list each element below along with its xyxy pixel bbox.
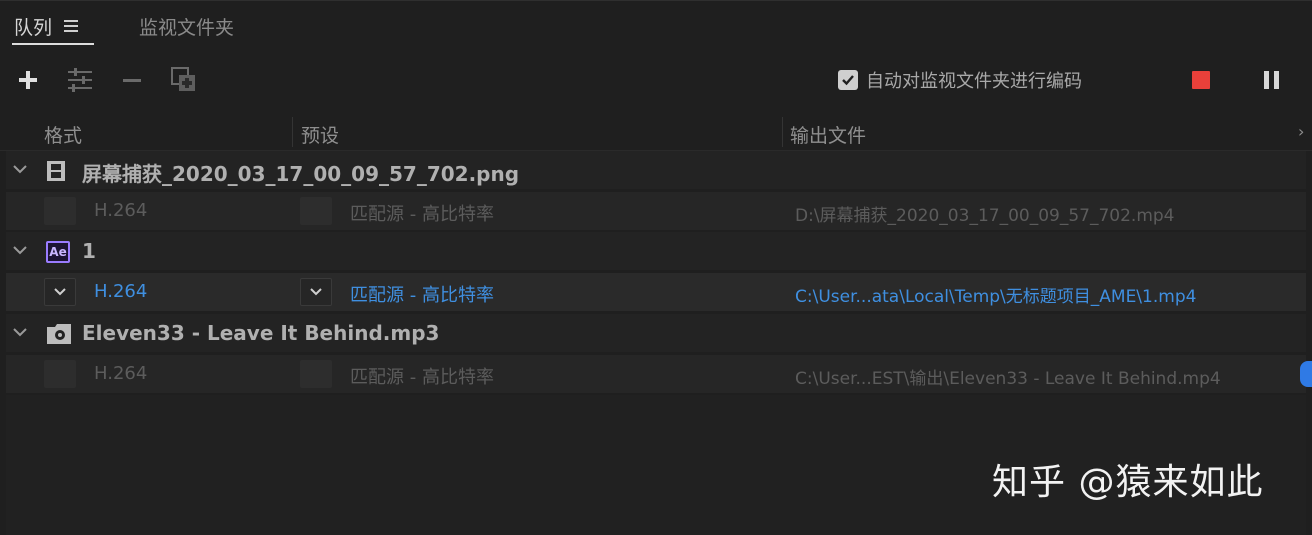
output-row[interactable]: H.264 匹配源 - 高比特率 C:\User...ata\Local\Tem…: [6, 273, 1306, 311]
checkmark-icon: [842, 75, 854, 86]
audio-file-icon: [47, 324, 71, 344]
panel-menu-icon[interactable]: [64, 19, 80, 33]
tab-watch-folders[interactable]: 监视文件夹: [139, 11, 234, 41]
output-file-path[interactable]: C:\User...ata\Local\Temp\无标题项目_AME\1.mp4: [795, 282, 1196, 307]
output-row[interactable]: H.264 匹配源 - 高比特率 C:\User...EST\输出\Eleven…: [6, 355, 1312, 393]
output-file-path[interactable]: D:\屏幕捕获_2020_03_17_00_09_57_702.mp4: [795, 201, 1175, 226]
column-preset[interactable]: 预设: [301, 121, 339, 148]
preset-value[interactable]: 匹配源 - 高比特率: [350, 200, 494, 226]
remove-button[interactable]: [117, 65, 147, 95]
preset-value[interactable]: 匹配源 - 高比特率: [350, 363, 494, 389]
plus-icon: [19, 71, 37, 89]
sliders-icon: [68, 68, 92, 92]
preset-dropdown[interactable]: [300, 278, 332, 306]
minus-icon: [123, 79, 141, 82]
format-value[interactable]: H.264: [94, 281, 147, 302]
preset-dropdown[interactable]: [300, 197, 332, 225]
tab-watch-folders-label: 监视文件夹: [139, 16, 235, 39]
column-divider[interactable]: [292, 117, 293, 147]
preset-dropdown[interactable]: [300, 360, 332, 388]
active-tab-indicator: [12, 43, 95, 45]
preset-value[interactable]: 匹配源 - 高比特率: [350, 281, 494, 307]
chevron-down-icon: [310, 288, 322, 296]
column-format[interactable]: 格式: [44, 121, 82, 148]
preset-settings-button[interactable]: [65, 65, 95, 95]
tab-queue[interactable]: 队列: [12, 11, 95, 45]
chevron-down-icon: [54, 288, 66, 296]
auto-encode-checkbox[interactable]: [838, 70, 858, 90]
duplicate-button[interactable]: [169, 65, 199, 95]
queue-toolbar: 自动对监视文件夹进行编码: [0, 57, 1312, 103]
column-output-file[interactable]: 输出文件: [790, 121, 866, 148]
add-source-button[interactable]: [13, 65, 43, 95]
chevron-down-icon: [13, 246, 27, 255]
duplicate-icon: [171, 67, 195, 91]
column-overflow-chevron[interactable]: ›: [1298, 122, 1304, 141]
status-indicator: [1300, 361, 1312, 387]
source-filename: 屏幕捕获_2020_03_17_00_09_57_702.png: [82, 162, 520, 186]
watermark: 知乎 @猿来如此: [992, 462, 1264, 503]
chevron-down-icon: [13, 165, 27, 174]
panel-tab-bar: 队列 监视文件夹: [0, 1, 1312, 51]
queue-item-source[interactable]: Ae 1: [6, 232, 1306, 270]
output-row[interactable]: H.264 匹配源 - 高比特率 D:\屏幕捕获_2020_03_17_00_0…: [6, 192, 1306, 230]
format-value[interactable]: H.264: [94, 200, 147, 221]
queue-item-source[interactable]: 屏幕捕获_2020_03_17_00_09_57_702.png: [6, 151, 1306, 189]
source-filename: 1: [82, 239, 96, 263]
format-value[interactable]: H.264: [94, 363, 147, 384]
film-strip-icon: [47, 161, 65, 181]
tab-queue-label: 队列: [14, 16, 53, 39]
auto-encode-toggle[interactable]: 自动对监视文件夹进行编码: [838, 68, 1082, 92]
source-filename: Eleven33 - Leave It Behind.mp3: [82, 321, 440, 345]
column-header-row: 格式 预设 输出文件 ›: [0, 113, 1312, 151]
after-effects-icon: Ae: [46, 241, 70, 263]
pause-queue-button[interactable]: [1264, 71, 1280, 89]
chevron-down-icon: [13, 328, 27, 337]
render-queue-panel: 队列 监视文件夹 自动对监视文件夹进行编码 格式 预设 输出文件 › 屏幕捕获_…: [0, 0, 1312, 535]
output-file-path[interactable]: C:\User...EST\输出\Eleven33 - Leave It Beh…: [795, 364, 1221, 389]
format-dropdown[interactable]: [44, 278, 76, 306]
column-divider[interactable]: [782, 117, 783, 147]
auto-encode-label: 自动对监视文件夹进行编码: [866, 71, 1082, 92]
queue-item-source[interactable]: Eleven33 - Leave It Behind.mp3: [6, 314, 1306, 352]
format-dropdown[interactable]: [44, 360, 76, 388]
format-dropdown[interactable]: [44, 197, 76, 225]
stop-queue-button[interactable]: [1192, 71, 1210, 89]
